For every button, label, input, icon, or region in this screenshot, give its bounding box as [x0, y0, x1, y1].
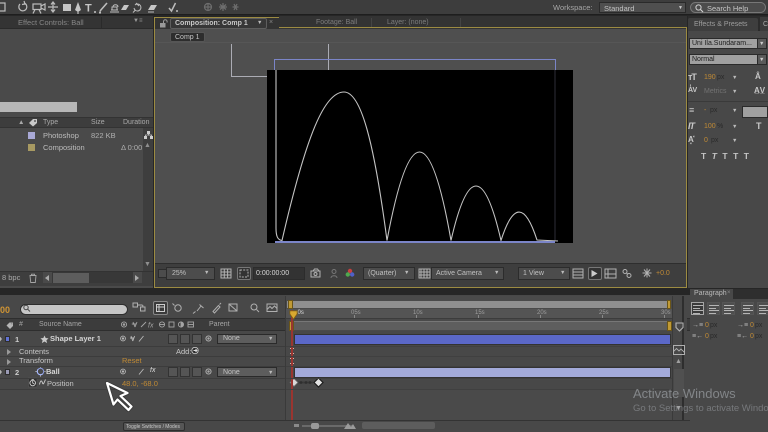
svg-text:fx: fx	[148, 323, 154, 330]
svg-text:T: T	[85, 3, 92, 15]
